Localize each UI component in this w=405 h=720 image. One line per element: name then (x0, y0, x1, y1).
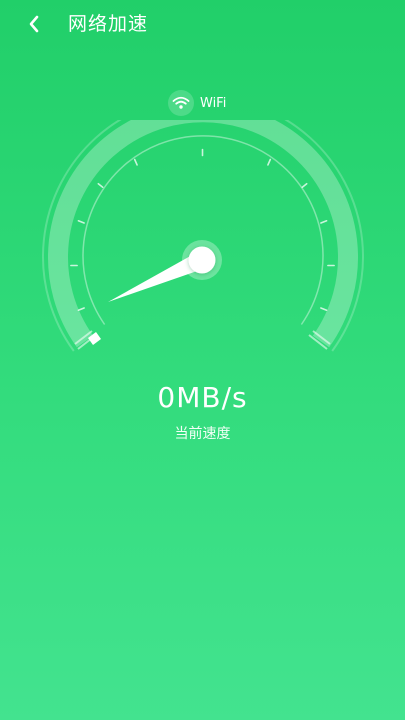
gauge-tick (97, 182, 104, 188)
gauge-tick (267, 158, 272, 166)
gauge-tick (133, 158, 138, 166)
gauge-tick (301, 182, 308, 188)
gauge-hub (188, 246, 216, 274)
gauge-ticks (70, 148, 335, 311)
gauge-tick (77, 307, 85, 311)
top-bar: 网络加速 (0, 0, 405, 48)
page-title: 网络加速 (68, 13, 149, 35)
current-speed-value: 0MB/s (157, 381, 248, 414)
gauge-tick (320, 220, 328, 224)
current-speed-label: 当前速度 (174, 426, 231, 442)
speed-gauge (42, 120, 364, 352)
wifi-icon (168, 90, 194, 116)
gauge-tick (320, 307, 328, 311)
back-button[interactable] (20, 10, 48, 38)
chevron-left-icon (29, 15, 39, 33)
network-label: WiFi (200, 95, 227, 111)
network-indicator: WiFi (168, 90, 226, 116)
gauge-tick (77, 220, 85, 224)
